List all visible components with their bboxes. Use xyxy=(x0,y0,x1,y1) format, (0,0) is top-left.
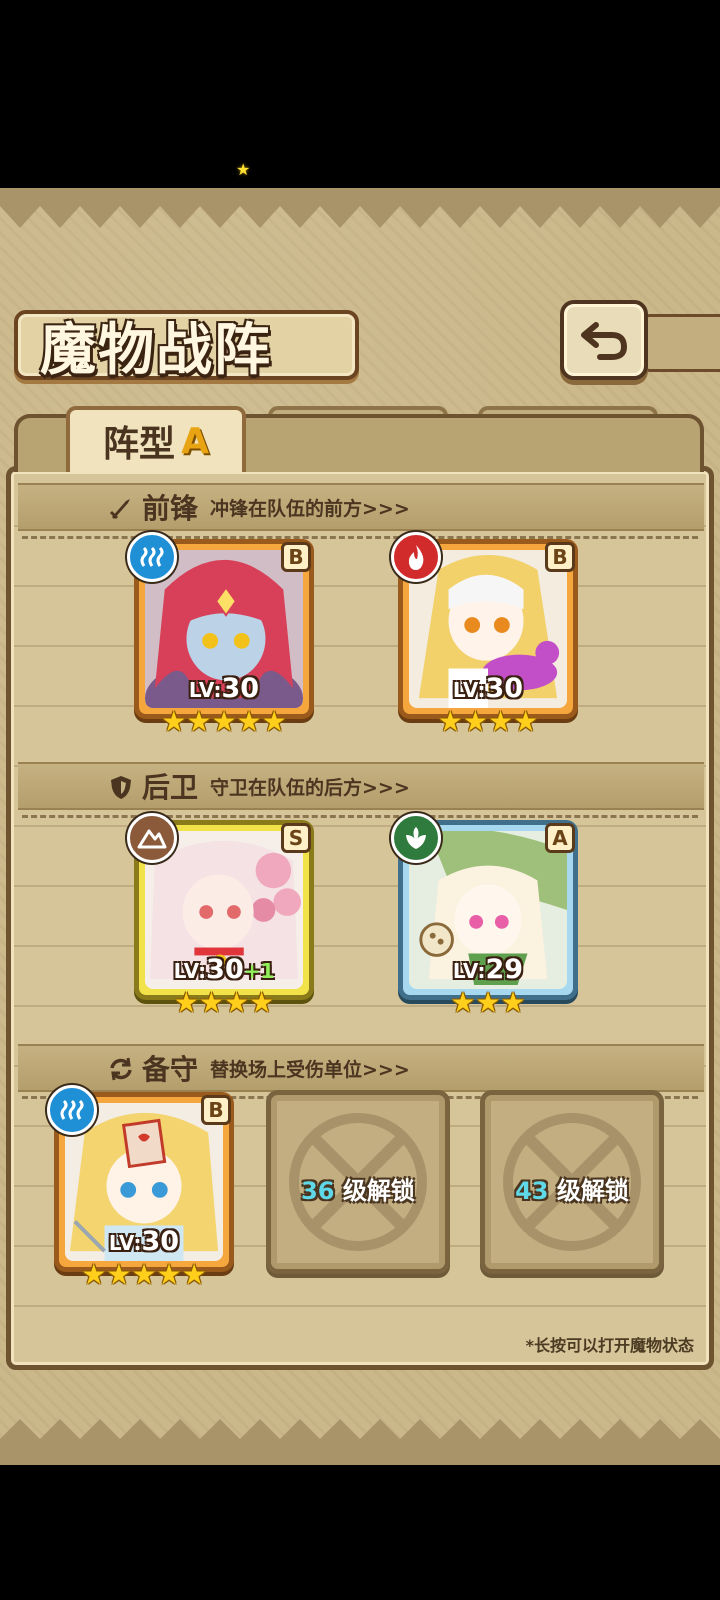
water-element-icon xyxy=(47,1085,97,1135)
title-plate: 魔物战阵 xyxy=(14,310,359,383)
section-title: 前锋 xyxy=(142,492,199,525)
unlock-level-label: 43 级解锁 xyxy=(485,1171,659,1206)
level-prefix: LV: xyxy=(173,959,207,983)
swap-icon xyxy=(106,1054,136,1084)
back-button-rail xyxy=(640,314,720,372)
level-value: 30 xyxy=(221,673,260,704)
tab-letter: A xyxy=(181,420,209,462)
level-prefix: LV: xyxy=(188,678,222,702)
tab-label: 阵型 xyxy=(103,424,176,465)
unlock-text: 级解锁 xyxy=(342,1177,415,1205)
rank-badge: B xyxy=(545,542,575,572)
star-rating: ★★★★ xyxy=(437,705,539,738)
top-letterbox xyxy=(0,0,720,188)
leaf-element-icon xyxy=(391,813,441,863)
return-arrow-icon xyxy=(581,322,628,360)
section-title: 后卫 xyxy=(142,771,199,804)
section-description: 守卫在队伍的后方>>> xyxy=(210,776,410,799)
locked-slot-2[interactable]: 43 级解锁 xyxy=(480,1090,664,1274)
unlock-level: 43 xyxy=(515,1177,549,1205)
rank-badge: S xyxy=(281,823,311,853)
earth-element-icon xyxy=(127,813,177,863)
monster-card-back-2[interactable]: A LV:29 ★★★ xyxy=(391,813,578,1019)
level-bonus: +1 xyxy=(243,959,275,983)
sword-icon xyxy=(106,493,136,523)
unlock-text: 级解锁 xyxy=(556,1177,629,1205)
formation-panel: 魔物战阵 阵型A 阵型B 阵型C 前锋 冲锋在队伍的前方>>> xyxy=(0,188,720,1465)
level-value: 30 xyxy=(141,1226,180,1257)
level-value: 29 xyxy=(485,954,524,985)
level-label: LV:29 xyxy=(403,954,573,985)
star-rating: ★★★ xyxy=(450,986,526,1019)
level-label: LV:30 xyxy=(403,673,573,704)
back-button[interactable] xyxy=(560,300,648,380)
page-title: 魔物战阵 xyxy=(40,316,272,383)
section-reserve-header: 备守 替换场上受伤单位>>> xyxy=(18,1044,704,1092)
divider xyxy=(22,815,698,818)
tab-formation-a[interactable]: 阵型 A xyxy=(66,406,246,472)
sparkle-icon: ★ xyxy=(236,160,251,179)
rank-badge: B xyxy=(281,542,311,572)
rank-badge: A xyxy=(545,823,575,853)
unlock-level-label: 36 级解锁 xyxy=(271,1171,445,1206)
monster-card-front-2[interactable]: B LV:30 ★★★★ xyxy=(391,532,578,738)
level-label: LV:30+1 xyxy=(139,954,309,985)
long-press-hint: *长按可以打开魔物状态 xyxy=(525,1336,694,1355)
shield-icon xyxy=(106,772,136,802)
monster-card-front-1[interactable]: B LV:30 ★★★★★ xyxy=(127,532,314,738)
level-label: LV:30 xyxy=(59,1226,229,1257)
section-description: 替换场上受伤单位>>> xyxy=(210,1058,410,1081)
star-rating: ★★★★ xyxy=(173,986,275,1019)
locked-slot-1[interactable]: 36 级解锁 xyxy=(266,1090,450,1274)
monster-card-back-1[interactable]: S LV:30+1 ★★★★ xyxy=(127,813,314,1019)
divider xyxy=(22,536,698,539)
section-vanguard-header: 前锋 冲锋在队伍的前方>>> xyxy=(18,483,704,531)
star-rating: ★★★★★ xyxy=(81,1258,207,1291)
bottom-letterbox xyxy=(0,1465,720,1600)
torn-edge-bottom xyxy=(0,1419,720,1465)
level-label: LV:30 xyxy=(139,673,309,704)
section-rearguard-header: 后卫 守卫在队伍的后方>>> xyxy=(18,762,704,810)
section-description: 冲锋在队伍的前方>>> xyxy=(210,497,410,520)
level-prefix: LV: xyxy=(108,1231,142,1255)
monster-card-reserve-1[interactable]: B LV:30 ★★★★★ xyxy=(47,1085,234,1291)
level-prefix: LV: xyxy=(452,678,486,702)
level-value: 30 xyxy=(485,673,524,704)
section-title: 备守 xyxy=(142,1053,199,1086)
torn-edge-top xyxy=(0,188,720,228)
level-prefix: LV: xyxy=(452,959,486,983)
fire-element-icon xyxy=(391,532,441,582)
star-rating: ★★★★★ xyxy=(161,705,287,738)
level-value: 30 xyxy=(206,954,244,985)
unlock-level: 36 xyxy=(301,1177,335,1205)
water-element-icon xyxy=(127,532,177,582)
rank-badge: B xyxy=(201,1095,231,1125)
